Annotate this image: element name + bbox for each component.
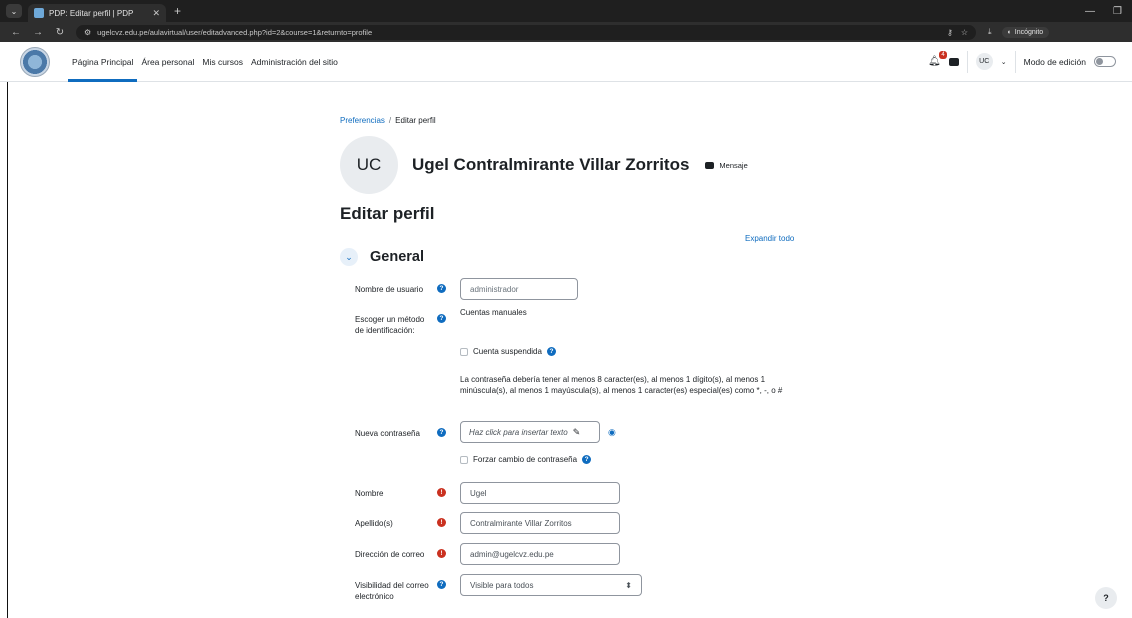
incognito-label: Incógnito [1014, 28, 1044, 36]
eye-icon[interactable]: ◉ [608, 427, 616, 438]
incognito-badge[interactable]: ◐ Incógnito [1001, 26, 1050, 38]
message-label: Mensaje [719, 160, 748, 170]
tab-search-icon[interactable]: ⌄ [6, 4, 22, 18]
star-icon[interactable]: ☆ [961, 28, 968, 37]
force-change-label: Forzar cambio de contraseña [473, 455, 578, 464]
suspended-checkbox-row: Cuenta suspendida ? [460, 347, 556, 356]
section-title: General [370, 249, 424, 265]
favicon-icon [34, 8, 44, 18]
window-controls: — ❐ [1085, 6, 1122, 17]
expand-all-link[interactable]: Expandir todo [745, 234, 794, 243]
force-change-checkbox-row: Forzar cambio de contraseña ? [460, 455, 592, 464]
password-policy-note: La contraseña debería tener al menos 8 c… [460, 375, 783, 395]
tab-title: PDP: Editar perfil | PDP [49, 8, 134, 18]
edit-mode-toggle[interactable] [1094, 56, 1116, 67]
help-icon[interactable]: ? [582, 455, 592, 464]
breadcrumb-current: Editar perfil [395, 116, 436, 125]
notifications-bell-icon[interactable]: 🔔︎ 4 [928, 51, 947, 67]
messages-icon[interactable] [948, 57, 959, 66]
navbar-divider [1014, 50, 1016, 73]
email-input[interactable]: admin@ugelcvz.edu.pe [460, 543, 620, 565]
site-navbar: Página Principal Área personal Mis curso… [0, 42, 1132, 82]
suspended-label: Cuenta suspendida [473, 347, 542, 356]
user-full-name: Ugel Contralmirante Villar Zorritos [412, 155, 690, 174]
nav-site-admin[interactable]: Administración del sitio [247, 42, 342, 82]
breadcrumb-separator: / [388, 116, 392, 125]
required-icon: ! [437, 549, 446, 558]
required-icon: ! [437, 518, 446, 527]
new-password-label: Nueva contraseña [355, 429, 420, 438]
browser-tab[interactable]: PDP: Editar perfil | PDP ✕ [28, 4, 166, 22]
site-logo[interactable] [20, 46, 50, 77]
section-general-header[interactable]: ⌄ General [340, 248, 424, 266]
email-visibility-select[interactable]: Visible para todos ⬍ [460, 574, 642, 596]
help-icon[interactable]: ? [437, 580, 446, 589]
avatar: UC [340, 136, 398, 194]
minimize-icon[interactable]: — [1085, 6, 1095, 17]
nav-home[interactable]: Página Principal [68, 42, 138, 82]
message-icon [705, 161, 715, 169]
new-password-control: Haz click para insertar texto ✎ ◉ [460, 421, 616, 443]
required-icon: ! [437, 488, 446, 497]
auth-method-value: Cuentas manuales [460, 308, 527, 317]
restore-icon[interactable]: ❐ [1113, 6, 1122, 17]
profile-header: UC Ugel Contralmirante Villar Zorritos M… [340, 136, 748, 194]
notification-count-badge: 4 [939, 51, 947, 59]
help-icon[interactable]: ? [437, 314, 446, 323]
new-tab-icon[interactable]: + [174, 4, 181, 18]
forward-icon[interactable]: → [32, 27, 44, 38]
username-input[interactable]: administrador [460, 278, 578, 300]
navbar-divider [966, 50, 968, 73]
site-info-icon[interactable]: ⚙ [84, 28, 91, 37]
user-menu-avatar[interactable]: UC [975, 53, 993, 70]
url-input[interactable]: ⚙ ugelcvz.edu.pe/aulavirtual/user/editad… [76, 24, 976, 40]
lastname-label: Apellido(s) [355, 519, 393, 528]
url-text: ugelcvz.edu.pe/aulavirtual/user/editadva… [97, 27, 373, 37]
chevron-down-icon[interactable]: ⌄ [1001, 58, 1007, 66]
page-title: Editar perfil [340, 204, 435, 223]
help-button[interactable]: ? [1095, 587, 1117, 609]
username-label: Nombre de usuario [355, 285, 424, 294]
email-visibility-label: Visibilidad del correo electrónico [355, 581, 429, 601]
nav-dashboard[interactable]: Área personal [137, 42, 198, 82]
back-icon[interactable]: ← [10, 27, 22, 38]
suspended-checkbox[interactable] [460, 347, 468, 356]
lastname-input[interactable]: Contralmirante Villar Zorritos [460, 512, 620, 534]
tab-close-icon[interactable]: ✕ [152, 8, 160, 19]
help-icon[interactable]: ? [546, 347, 556, 356]
pencil-icon[interactable]: ✎ [573, 427, 581, 438]
breadcrumb-preferences-link[interactable]: Preferencias [340, 116, 385, 125]
key-icon[interactable]: ⚷ [947, 28, 953, 37]
message-button[interactable]: Mensaje [705, 160, 748, 170]
nav-my-courses[interactable]: Mis cursos [198, 42, 247, 82]
download-icon[interactable]: ⤓ [988, 27, 992, 37]
auth-method-label: Escoger un método de identificación: [355, 315, 425, 335]
reload-icon[interactable]: ↻ [54, 27, 66, 38]
new-password-input[interactable]: Haz click para insertar texto ✎ [460, 421, 600, 443]
new-password-placeholder: Haz click para insertar texto [469, 427, 568, 437]
firstname-label: Nombre [355, 489, 384, 498]
primary-navigation: Página Principal Área personal Mis curso… [68, 42, 342, 82]
force-change-checkbox[interactable] [460, 455, 468, 464]
firstname-input[interactable]: Ugel [460, 482, 620, 504]
chevron-down-icon[interactable]: ⌄ [340, 248, 358, 266]
help-icon[interactable]: ? [437, 428, 446, 437]
edit-mode-label: Modo de edición [1023, 56, 1086, 67]
email-visibility-value: Visible para todos [470, 580, 534, 590]
select-arrows-icon: ⬍ [625, 580, 632, 590]
help-icon[interactable]: ? [437, 284, 446, 293]
browser-tab-bar: ⌄ PDP: Editar perfil | PDP ✕ + — ❐ [0, 0, 1132, 22]
breadcrumb: Preferencias / Editar perfil [340, 116, 436, 125]
browser-address-bar: ← → ↻ ⚙ ugelcvz.edu.pe/aulavirtual/user/… [0, 22, 1132, 42]
incognito-icon: ◐ [1007, 28, 1012, 36]
window-edge [7, 82, 8, 618]
email-label: Dirección de correo [355, 550, 425, 559]
